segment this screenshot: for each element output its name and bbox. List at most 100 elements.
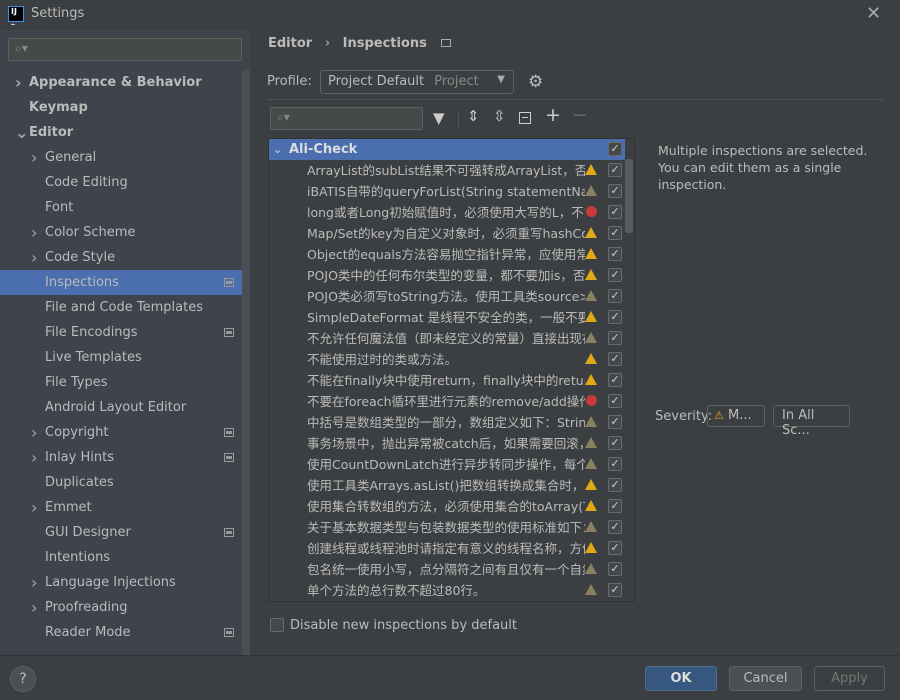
chevron-right-icon[interactable]: › bbox=[31, 420, 37, 445]
inspection-checkbox[interactable]: ✓ bbox=[608, 226, 622, 240]
inspection-row[interactable]: 中括号是数组类型的一部分，数组定义如下：String ✓ bbox=[269, 412, 625, 433]
ok-button[interactable]: OK bbox=[645, 666, 717, 691]
cancel-button[interactable]: Cancel bbox=[729, 666, 802, 691]
profile-dropdown[interactable]: Project Default Project ▼ bbox=[320, 70, 514, 94]
inspection-row[interactable]: 使用工具类Arrays.asList()把数组转换成集合时，不能 ✓ bbox=[269, 475, 625, 496]
sidebar-item-file-types[interactable]: File Types bbox=[0, 370, 242, 395]
inspection-search-input[interactable]: ⌕▾ bbox=[270, 107, 423, 130]
sidebar-item-file-encodings[interactable]: File Encodings bbox=[0, 320, 242, 345]
disable-new-checkbox[interactable] bbox=[270, 618, 284, 632]
sidebar-item-appearance-behavior[interactable]: › Appearance & Behavior bbox=[0, 70, 242, 95]
inspection-row[interactable]: 创建线程或线程池时请指定有意义的线程名称，方便 ✓ bbox=[269, 538, 625, 559]
severity-dropdown[interactable]: ⚠ M... bbox=[707, 405, 765, 427]
sidebar-item-copyright[interactable]: › Copyright bbox=[0, 420, 242, 445]
gear-icon[interactable]: ⚙ bbox=[528, 72, 543, 92]
inspection-checkbox[interactable]: ✓ bbox=[608, 352, 622, 366]
inspection-checkbox[interactable]: ✓ bbox=[608, 310, 622, 324]
inspection-checkbox[interactable]: ✓ bbox=[608, 415, 622, 429]
inspection-row[interactable]: Object的equals方法容易抛空指针异常，应使用常量 ✓ bbox=[269, 244, 625, 265]
filter-icon[interactable]: ▼ bbox=[433, 109, 445, 127]
sidebar-item-editor[interactable]: ⌄ Editor bbox=[0, 120, 242, 145]
add-icon[interactable]: + bbox=[545, 104, 561, 126]
sidebar-search-input[interactable]: ⌕▾ bbox=[8, 38, 242, 61]
sidebar-item-code-editing[interactable]: Code Editing bbox=[0, 170, 242, 195]
inspection-checkbox[interactable]: ✓ bbox=[608, 583, 622, 597]
inspection-checkbox[interactable]: ✓ bbox=[608, 541, 622, 555]
sidebar-item-intentions[interactable]: Intentions bbox=[0, 545, 242, 570]
chevron-down-icon[interactable]: ⌄ bbox=[15, 120, 28, 145]
inspection-row[interactable]: 使用集合转数组的方法，必须使用集合的toArray(T[] ✓ bbox=[269, 496, 625, 517]
sidebar-item-font[interactable]: Font bbox=[0, 195, 242, 220]
project-scope-icon bbox=[224, 453, 234, 462]
sidebar-item-duplicates[interactable]: Duplicates bbox=[0, 470, 242, 495]
inspection-checkbox[interactable]: ✓ bbox=[608, 289, 622, 303]
inspection-row[interactable]: 事务场景中，抛出异常被catch后，如果需要回滚，一 ✓ bbox=[269, 433, 625, 454]
sidebar-item-general[interactable]: › General bbox=[0, 145, 242, 170]
sidebar-item-proofreading[interactable]: › Proofreading bbox=[0, 595, 242, 620]
remove-icon[interactable]: − bbox=[572, 104, 588, 126]
sidebar-item-reader-mode[interactable]: Reader Mode bbox=[0, 620, 242, 645]
inspection-checkbox[interactable]: ✓ bbox=[608, 499, 622, 513]
sidebar-item-gui-designer[interactable]: GUI Designer bbox=[0, 520, 242, 545]
inspection-row[interactable]: 不能在finally块中使用return，finally块中的return返 ✓ bbox=[269, 370, 625, 391]
inspection-checkbox[interactable]: ✓ bbox=[608, 331, 622, 345]
inspection-row[interactable]: POJO类必须写toString方法。使用工具类source> ✓ bbox=[269, 286, 625, 307]
inspection-row[interactable]: POJO类中的任何布尔类型的变量，都不要加is，否则 ✓ bbox=[269, 265, 625, 286]
tree-group-ali-check[interactable]: ⌄ Ali-Check ✓ bbox=[269, 139, 625, 160]
inspection-row[interactable]: 不能使用过时的类或方法。 ✓ bbox=[269, 349, 625, 370]
inspection-checkbox[interactable]: ✓ bbox=[608, 478, 622, 492]
chevron-right-icon[interactable]: › bbox=[31, 220, 37, 245]
inspection-checkbox[interactable]: ✓ bbox=[608, 247, 622, 261]
reset-icon[interactable] bbox=[519, 112, 531, 124]
inspection-checkbox[interactable]: ✓ bbox=[608, 394, 622, 408]
sidebar-item-keymap[interactable]: Keymap bbox=[0, 95, 242, 120]
sidebar-item-inspections[interactable]: Inspections bbox=[0, 270, 250, 295]
inspection-checkbox[interactable]: ✓ bbox=[608, 562, 622, 576]
inspection-row[interactable]: long或者Long初始赋值时，必须使用大写的L，不能 ✓ bbox=[269, 202, 625, 223]
sidebar-item-code-style[interactable]: › Code Style bbox=[0, 245, 242, 270]
sidebar-item-file-and-code-templates[interactable]: File and Code Templates bbox=[0, 295, 242, 320]
sidebar-item-inlay-hints[interactable]: › Inlay Hints bbox=[0, 445, 242, 470]
inspection-checkbox[interactable]: ✓ bbox=[608, 205, 622, 219]
inspection-row[interactable]: 包名统一使用小写，点分隔符之间有且仅有一个自然 ✓ bbox=[269, 559, 625, 580]
close-icon[interactable]: ✕ bbox=[866, 3, 881, 24]
inspection-row[interactable]: 不允许任何魔法值（即未经定义的常量）直接出现在 ✓ bbox=[269, 328, 625, 349]
tree-scrollbar[interactable] bbox=[625, 159, 633, 233]
inspection-row[interactable]: Map/Set的key为自定义对象时，必须重写hashCode ✓ bbox=[269, 223, 625, 244]
chevron-right-icon[interactable]: › bbox=[31, 245, 37, 270]
inspection-checkbox[interactable]: ✓ bbox=[608, 184, 622, 198]
chevron-right-icon[interactable]: › bbox=[31, 495, 37, 520]
chevron-right-icon[interactable]: › bbox=[31, 145, 37, 170]
sidebar-item-android-layout-editor[interactable]: Android Layout Editor bbox=[0, 395, 242, 420]
chevron-right-icon[interactable]: › bbox=[15, 70, 22, 95]
inspection-row[interactable]: SimpleDateFormat 是线程不安全的类，一般不要定 ✓ bbox=[269, 307, 625, 328]
inspection-checkbox[interactable]: ✓ bbox=[608, 163, 622, 177]
sidebar-item-color-scheme[interactable]: › Color Scheme bbox=[0, 220, 242, 245]
inspection-checkbox[interactable]: ✓ bbox=[608, 373, 622, 387]
inspection-row[interactable]: 使用CountDownLatch进行异步转同步操作，每个线 ✓ bbox=[269, 454, 625, 475]
inspection-checkbox[interactable]: ✓ bbox=[608, 520, 622, 534]
sidebar-item-emmet[interactable]: › Emmet bbox=[0, 495, 242, 520]
help-button[interactable]: ? bbox=[10, 666, 36, 692]
expand-all-icon[interactable]: ⇕ bbox=[467, 107, 480, 125]
breadcrumb-parent[interactable]: Editor bbox=[268, 36, 312, 51]
scope-dropdown[interactable]: In All Sc... bbox=[773, 405, 850, 438]
inspection-checkbox[interactable]: ✓ bbox=[608, 268, 622, 282]
inspection-row[interactable]: ArrayList的subList结果不可强转成ArrayList，否则 ✓ bbox=[269, 160, 625, 181]
inspection-row[interactable]: iBATIS自带的queryForList(String statementNa… bbox=[269, 181, 625, 202]
chevron-right-icon[interactable]: › bbox=[31, 570, 37, 595]
inspection-row[interactable]: 单个方法的总行数不超过80行。 ✓ bbox=[269, 580, 625, 601]
chevron-down-icon[interactable]: ⌄ bbox=[273, 139, 282, 160]
apply-button[interactable]: Apply bbox=[814, 666, 885, 691]
inspection-checkbox[interactable]: ✓ bbox=[608, 457, 622, 471]
inspection-checkbox[interactable]: ✓ bbox=[608, 436, 622, 450]
collapse-all-icon[interactable]: ⇳ bbox=[493, 107, 506, 125]
inspection-row[interactable]: 关于基本数据类型与包装数据类型的使用标准如下： ✓ bbox=[269, 517, 625, 538]
sidebar-item-language-injections[interactable]: › Language Injections bbox=[0, 570, 242, 595]
group-checkbox[interactable]: ✓ bbox=[608, 142, 622, 156]
sidebar-scrollbar[interactable] bbox=[242, 70, 250, 655]
sidebar-item-live-templates[interactable]: Live Templates bbox=[0, 345, 242, 370]
inspection-row[interactable]: 不要在foreach循环里进行元素的remove/add操作 ✓ bbox=[269, 391, 625, 412]
chevron-right-icon[interactable]: › bbox=[31, 445, 37, 470]
chevron-right-icon[interactable]: › bbox=[31, 595, 37, 620]
